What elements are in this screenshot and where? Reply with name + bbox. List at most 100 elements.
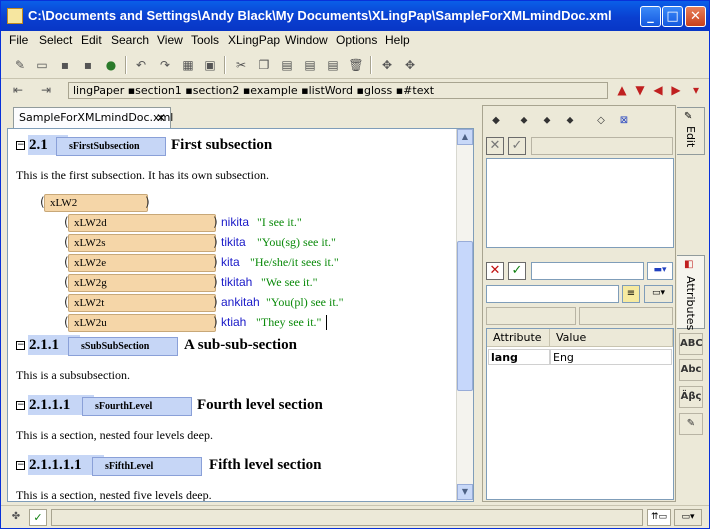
collapse-icon[interactable]: −	[16, 401, 25, 410]
gloss-text[interactable]: "You(sg) see it."	[257, 235, 336, 250]
up-arrow-icon[interactable]: ▲	[613, 81, 631, 99]
mode-selector-icon[interactable]: ▭▾	[674, 509, 702, 526]
vernacular-word[interactable]: kita	[221, 255, 240, 269]
section-id[interactable]: sFifthLevel	[92, 457, 202, 476]
listword-id[interactable]: xLW2u	[68, 314, 216, 332]
clipboard-icon[interactable]: ⇈▭	[647, 509, 671, 526]
vertical-scrollbar[interactable]: ▲ ▼	[456, 129, 473, 501]
vernacular-word[interactable]: ktiah	[221, 315, 246, 329]
menu-tools[interactable]: Tools	[191, 33, 219, 47]
paste-after-icon[interactable]: ▤	[324, 56, 342, 74]
section-id[interactable]: sFirstSubsection	[56, 137, 166, 156]
move-right-icon[interactable]: ✥	[401, 56, 419, 74]
delete-icon[interactable]: 🗑	[347, 56, 365, 74]
replace-icon[interactable]: ⬥	[561, 112, 579, 130]
attribute-dropdown-icon[interactable]: ▬▾	[647, 262, 673, 280]
save-icon[interactable]: ▪	[56, 56, 74, 74]
open-folder-icon[interactable]: ▭	[33, 56, 51, 74]
vernacular-word[interactable]: tikitah	[221, 275, 252, 289]
cancel-edit-icon[interactable]: ✕	[486, 137, 504, 155]
tab-edit[interactable]: ✎ Edit	[677, 107, 705, 155]
menu-window[interactable]: Window	[285, 33, 328, 47]
menu-file[interactable]: File	[9, 33, 28, 47]
attribute-name-cell[interactable]: lang	[488, 349, 550, 365]
globe-icon[interactable]: ●	[102, 56, 120, 74]
menu-search[interactable]: Search	[111, 33, 149, 47]
gloss-text[interactable]: "You(pl) see it."	[266, 295, 344, 310]
redo-icon[interactable]: ↷	[156, 56, 174, 74]
set-attribute-icon[interactable]: ✓	[508, 262, 526, 280]
insert-before-icon[interactable]: ◆	[487, 112, 505, 130]
list-values-icon[interactable]: ≡	[622, 285, 640, 303]
cut-icon[interactable]: ✂	[232, 56, 250, 74]
document-editor[interactable]: − 2.1 sFirstSubsection First subsection …	[7, 128, 474, 502]
title-bar[interactable]: C:\Documents and Settings\Andy Black\My …	[1, 1, 709, 31]
characters-icon[interactable]: ABC	[679, 333, 703, 355]
listword-id[interactable]: xLW2e	[68, 254, 216, 272]
wrap-icon[interactable]: ⊠	[615, 112, 633, 130]
minimize-button[interactable]: _	[640, 6, 661, 27]
forward-icon[interactable]: ⇥	[37, 81, 55, 99]
maximize-button[interactable]: □	[662, 6, 683, 27]
attribute-column-header[interactable]: Attribute	[487, 329, 550, 347]
listword-main[interactable]: xLW2	[44, 194, 148, 212]
down-arrow-icon[interactable]: ▼	[631, 81, 649, 99]
menu-xlingpap[interactable]: XLingPap	[228, 33, 280, 47]
remove-attribute-icon[interactable]: ✕	[486, 262, 504, 280]
note-icon[interactable]: ✎	[679, 413, 703, 435]
save-all-icon[interactable]: ▪	[79, 56, 97, 74]
attribute-value-field[interactable]	[486, 285, 619, 303]
browse-values-icon[interactable]: ▭▾	[644, 285, 673, 303]
menu-view[interactable]: View	[157, 33, 183, 47]
commit-edit-icon[interactable]: ✓	[508, 137, 526, 155]
pane-splitter[interactable]	[477, 105, 481, 502]
listword-id[interactable]: xLW2d	[68, 214, 216, 232]
close-button[interactable]: ✕	[685, 6, 706, 27]
tab-attributes[interactable]: ◧ Attributes	[677, 255, 705, 330]
collapse-icon[interactable]: −	[16, 341, 25, 350]
new-document-icon[interactable]: ✎	[11, 56, 29, 74]
collapse-icon[interactable]: −	[16, 141, 25, 150]
document-tab[interactable]: SampleForXMLmindDoc.xml ✕	[13, 107, 173, 129]
insert-into-icon[interactable]: ⬥	[515, 112, 533, 130]
down-chevron-icon[interactable]: ▾	[687, 81, 705, 99]
collapse-icon[interactable]: −	[16, 461, 25, 470]
attribute-name-field[interactable]	[531, 262, 644, 280]
section-id[interactable]: sSubSubSection	[68, 337, 178, 356]
gloss-text[interactable]: "We see it."	[261, 275, 317, 290]
scroll-up-icon[interactable]: ▲	[457, 129, 473, 145]
node-path[interactable]: lingPaper ▪section1 ▪section2 ▪example ▪…	[68, 82, 608, 99]
back-icon[interactable]: ⇤	[9, 81, 27, 99]
convert-icon[interactable]: ◇	[592, 112, 610, 130]
paste-before-icon[interactable]: ▤	[278, 56, 296, 74]
undo-icon[interactable]: ↶	[132, 56, 150, 74]
value-column-header[interactable]: Value	[550, 329, 673, 347]
gloss-text[interactable]: "They see it."	[256, 315, 321, 330]
listword-id[interactable]: xLW2t	[68, 294, 216, 312]
element-edit-area[interactable]	[486, 158, 674, 248]
copy-icon[interactable]: ❐	[255, 56, 273, 74]
right-arrow-icon[interactable]: ▶	[667, 81, 685, 99]
listword-id[interactable]: xLW2g	[68, 274, 216, 292]
left-arrow-icon[interactable]: ◀	[649, 81, 667, 99]
vernacular-word[interactable]: nikita	[221, 215, 249, 229]
spell-status-icon[interactable]: ✤	[7, 508, 25, 526]
scroll-thumb[interactable]	[457, 241, 473, 391]
menu-edit[interactable]: Edit	[81, 33, 102, 47]
vernacular-word[interactable]: tikita	[221, 235, 246, 249]
close-tab-icon[interactable]: ✕	[156, 108, 166, 128]
menu-options[interactable]: Options	[336, 33, 377, 47]
gloss-text[interactable]: "He/she/it sees it."	[250, 255, 339, 270]
menu-select[interactable]: Select	[39, 33, 72, 47]
special-characters-icon[interactable]: Äβς	[679, 386, 703, 408]
spell-check-icon[interactable]: Abc	[679, 359, 703, 381]
vernacular-word[interactable]: ankitah	[221, 295, 260, 309]
repeat-icon[interactable]: ▦	[179, 56, 197, 74]
scroll-down-icon[interactable]: ▼	[457, 484, 473, 500]
paste-icon[interactable]: ▤	[301, 56, 319, 74]
attribute-value-cell[interactable]: Eng	[550, 349, 672, 365]
listword-id[interactable]: xLW2s	[68, 234, 216, 252]
section-id[interactable]: sFourthLevel	[82, 397, 192, 416]
gloss-text[interactable]: "I see it."	[257, 215, 302, 230]
menu-help[interactable]: Help	[385, 33, 410, 47]
